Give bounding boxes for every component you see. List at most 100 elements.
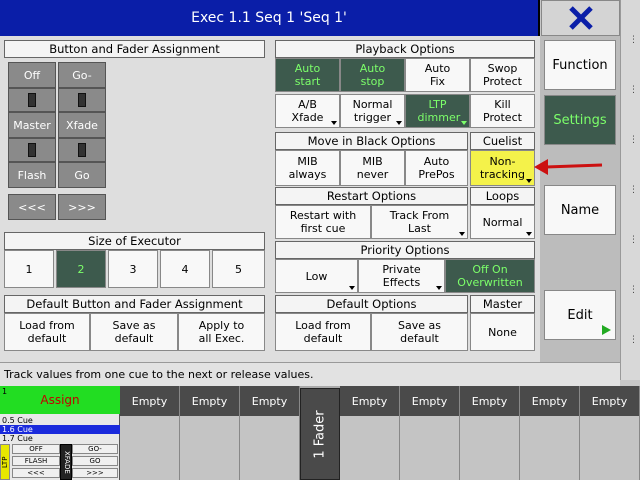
mib-never-button[interactable]: MIB never: [340, 150, 405, 186]
auto-prepos-button[interactable]: Auto PrePos: [405, 150, 468, 186]
playback-header: Playback Options: [275, 40, 535, 58]
executor-slot[interactable]: Empty: [460, 386, 520, 480]
fader-slot: [8, 88, 56, 112]
side-panel: Function Settings Name Edit: [540, 36, 620, 380]
size-option-3[interactable]: 3: [108, 250, 158, 288]
scroll-tick: ⋮: [629, 235, 638, 245]
dropdown-arrow-icon: [526, 232, 532, 236]
scroll-tick: ⋮: [629, 185, 638, 195]
save-default-bf-button[interactable]: Save as default: [90, 313, 178, 351]
apply-all-button[interactable]: Apply to all Exec.: [178, 313, 265, 351]
cue-line-selected[interactable]: 1.6 Cue: [0, 425, 120, 434]
cue-line[interactable]: 1.7 Cue: [0, 434, 120, 443]
assign-slot[interactable]: Assign 1 0.5 Cue 1.6 Cue 1.7 Cue LTP OFF…: [0, 386, 120, 480]
slot-label: Empty: [180, 386, 239, 416]
ab-xfade-button[interactable]: A/B Xfade: [275, 94, 340, 128]
fader-knob: [78, 93, 86, 107]
close-icon: [568, 6, 593, 30]
ltp-label: LTP: [0, 444, 10, 480]
auto-fix-button[interactable]: Auto Fix: [405, 58, 470, 92]
cuelist-tracking-button[interactable]: Non-tracking: [470, 150, 535, 186]
size-option-4[interactable]: 4: [160, 250, 210, 288]
executor-slot[interactable]: Empty: [520, 386, 580, 480]
status-bar: Track values from one cue to the next or…: [0, 362, 620, 386]
executor-slot[interactable]: Empty: [340, 386, 400, 480]
mib-always-button[interactable]: MIB always: [275, 150, 340, 186]
default-options-header: Default Options: [275, 295, 468, 313]
off-button[interactable]: Off: [8, 62, 56, 88]
close-button[interactable]: [541, 0, 620, 36]
fader-slot: [58, 138, 106, 162]
ltp-dimmer-button[interactable]: LTP dimmer: [405, 94, 470, 128]
scroll-tick: ⋮: [629, 35, 638, 45]
master-value-button[interactable]: None: [470, 313, 535, 351]
fader-executor-slot[interactable]: 1 Fader: [300, 388, 340, 480]
slot-label: Empty: [400, 386, 459, 416]
master-button[interactable]: Master: [8, 112, 56, 138]
scroll-tick: ⋮: [629, 85, 638, 95]
scroll-tick: ⋮: [629, 335, 638, 345]
assign-header[interactable]: Assign: [0, 386, 120, 414]
forward-button[interactable]: >>>: [58, 194, 106, 220]
size-header: Size of Executor: [4, 232, 265, 250]
fader-slot: [58, 88, 106, 112]
priority-low-button[interactable]: Low: [275, 259, 358, 293]
mini-off: OFF: [12, 444, 60, 454]
button-fader-header: Button and Fader Assignment: [4, 40, 265, 58]
mini-go-minus: GO-: [72, 444, 118, 454]
mini-back: <<<: [12, 468, 60, 478]
normal-trigger-button[interactable]: Normal trigger: [340, 94, 405, 128]
dropdown-arrow-icon: [459, 232, 465, 236]
size-option-5[interactable]: 5: [212, 250, 265, 288]
size-option-2[interactable]: 2: [56, 250, 106, 288]
restart-first-cue-button[interactable]: Restart with first cue: [275, 205, 371, 239]
load-default-bf-button[interactable]: Load from default: [4, 313, 90, 351]
auto-start-button[interactable]: Auto start: [275, 58, 340, 92]
cue-line[interactable]: 0.5 Cue: [0, 416, 120, 425]
scroll-tick: ⋮: [629, 285, 638, 295]
priority-header: Priority Options: [275, 241, 535, 259]
settings-button[interactable]: Settings: [544, 95, 616, 145]
mini-flash: FLASH: [12, 456, 60, 466]
private-effects-button[interactable]: Private Effects: [358, 259, 445, 293]
go-minus-button[interactable]: Go-: [58, 62, 106, 88]
slot-label: Empty: [240, 386, 299, 416]
executor-slot[interactable]: Empty: [120, 386, 180, 480]
scroll-strip[interactable]: ⋮ ⋮ ⋮ ⋮ ⋮ ⋮ ⋮: [620, 0, 640, 380]
slot-label: Empty: [340, 386, 399, 416]
flash-button[interactable]: Flash: [8, 162, 56, 188]
master-header: Master: [470, 295, 535, 313]
scroll-tick: ⋮: [629, 135, 638, 145]
go-button[interactable]: Go: [58, 162, 106, 188]
function-button[interactable]: Function: [544, 40, 616, 90]
loops-button[interactable]: Normal: [470, 205, 535, 239]
dropdown-arrow-icon: [461, 121, 467, 125]
load-default-options-button[interactable]: Load from default: [275, 313, 371, 351]
save-default-options-button[interactable]: Save as default: [371, 313, 468, 351]
loops-header: Loops: [470, 187, 535, 205]
play-triangle-icon: [602, 325, 611, 335]
kill-protect-button[interactable]: Kill Protect: [470, 94, 535, 128]
name-button[interactable]: Name: [544, 185, 616, 235]
auto-stop-button[interactable]: Auto stop: [340, 58, 405, 92]
cuelist-header: Cuelist: [470, 132, 535, 150]
fader-knob: [28, 143, 36, 157]
off-on-overwritten-button[interactable]: Off On Overwritten: [445, 259, 535, 293]
executor-slot[interactable]: Empty: [400, 386, 460, 480]
dropdown-arrow-icon: [526, 179, 532, 183]
executor-slot[interactable]: Empty: [240, 386, 300, 480]
executor-slot[interactable]: Empty: [580, 386, 640, 480]
xfade-button[interactable]: Xfade: [58, 112, 106, 138]
executor-slot[interactable]: Empty: [180, 386, 240, 480]
fader-slot: [8, 138, 56, 162]
fader-knob: [28, 93, 36, 107]
back-button[interactable]: <<<: [8, 194, 56, 220]
window-title: Exec 1.1 Seq 1 'Seq 1': [0, 0, 540, 36]
mini-go: GO: [72, 456, 118, 466]
edit-button[interactable]: Edit: [544, 290, 616, 340]
track-from-last-button[interactable]: Track From Last: [371, 205, 468, 239]
size-option-1[interactable]: 1: [4, 250, 54, 288]
slot-label: Empty: [460, 386, 519, 416]
swop-protect-button[interactable]: Swop Protect: [470, 58, 535, 92]
slot-label: Empty: [580, 386, 639, 416]
